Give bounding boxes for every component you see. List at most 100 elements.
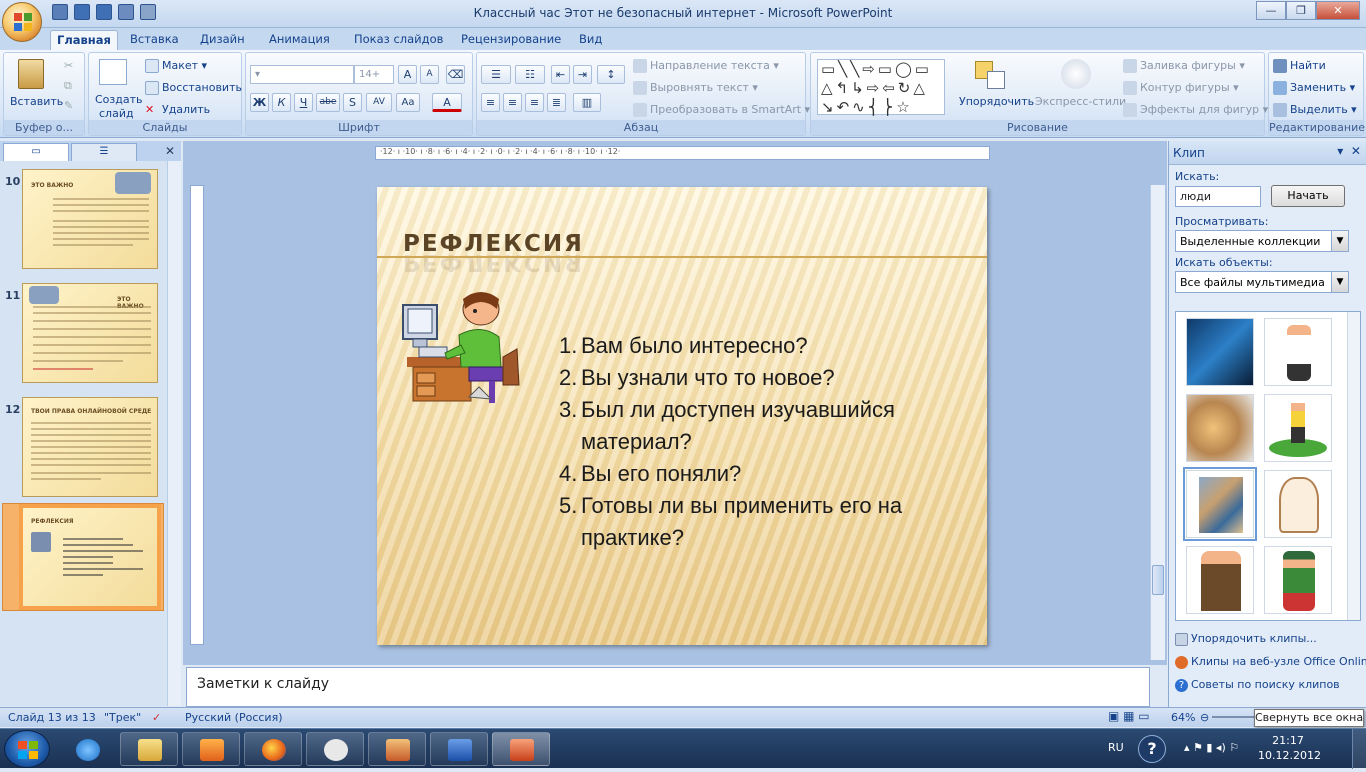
- paste-button[interactable]: Вставить: [10, 95, 63, 108]
- shrink-font-button[interactable]: A: [420, 65, 439, 84]
- format-painter-icon[interactable]: ✎: [64, 99, 73, 112]
- increase-indent-icon[interactable]: ⇥: [573, 65, 592, 84]
- underline-button[interactable]: Ч: [294, 93, 313, 112]
- help-icon[interactable]: ?: [1138, 735, 1166, 763]
- smartart-button[interactable]: Преобразовать в SmartArt ▾: [633, 103, 810, 117]
- tab-view[interactable]: Вид: [573, 30, 608, 50]
- minimize-button[interactable]: —: [1256, 1, 1286, 20]
- tab-insert[interactable]: Вставка: [124, 30, 185, 50]
- grow-font-button[interactable]: A: [398, 65, 417, 84]
- zoom-out-icon[interactable]: ⊖: [1200, 711, 1209, 724]
- align-center-icon[interactable]: ≡: [503, 93, 522, 112]
- clock[interactable]: 21:17 10.12.2012: [1258, 733, 1321, 763]
- view-buttons[interactable]: ▣ ▦ ▭: [1108, 709, 1150, 723]
- bold-button[interactable]: Ж: [250, 93, 269, 112]
- columns-icon[interactable]: ▥: [573, 93, 601, 112]
- new-slide-button[interactable]: Создать: [95, 93, 143, 106]
- clear-format-icon[interactable]: ⌫: [446, 65, 465, 84]
- font-name-combo[interactable]: ▾: [250, 65, 354, 84]
- keyboard-layout[interactable]: RU: [1108, 741, 1124, 754]
- spellcheck-icon[interactable]: ✓: [152, 711, 161, 724]
- search-tips-link[interactable]: ? Советы по поиску клипов: [1175, 678, 1340, 692]
- case-button[interactable]: Aa: [396, 93, 420, 112]
- tab-outline[interactable]: ☰: [71, 143, 137, 161]
- restore-button[interactable]: ❐: [1286, 1, 1316, 20]
- align-left-icon[interactable]: ≡: [481, 93, 500, 112]
- collections-select[interactable]: Выделенные коллекции ▼: [1175, 230, 1349, 252]
- shape-effects-button[interactable]: Эффекты для фигур ▾: [1123, 103, 1268, 117]
- clip-item[interactable]: [1186, 546, 1254, 614]
- taskbar-presentation[interactable]: [368, 732, 426, 766]
- close-icon[interactable]: ✕: [165, 144, 175, 158]
- spacing-button[interactable]: AV: [366, 93, 392, 112]
- taskbar-word[interactable]: [430, 732, 488, 766]
- search-input[interactable]: люди: [1175, 186, 1261, 207]
- slides-pane-scrollbar[interactable]: [167, 161, 181, 706]
- new-slide-icon[interactable]: [99, 59, 127, 85]
- tab-slideshow[interactable]: Показ слайдов: [348, 30, 449, 50]
- start-button[interactable]: [4, 730, 50, 768]
- shape-fill-button[interactable]: Заливка фигуры ▾: [1123, 59, 1245, 73]
- layout-button[interactable]: Макет ▾: [145, 59, 207, 73]
- tab-design[interactable]: Дизайн: [194, 30, 251, 50]
- clip-item[interactable]: [1264, 394, 1332, 462]
- new-slide-label[interactable]: слайд: [99, 107, 134, 120]
- show-desktop-button[interactable]: [1352, 729, 1366, 769]
- taskbar-firefox[interactable]: [244, 732, 302, 766]
- replace-button[interactable]: Заменить ▾: [1273, 81, 1355, 95]
- tray-icons[interactable]: ▴ ⚑ ▮ ◂) ⚐: [1184, 741, 1239, 754]
- find-button[interactable]: Найти: [1273, 59, 1326, 73]
- reset-button[interactable]: Восстановить: [145, 81, 242, 95]
- strike-button[interactable]: abe: [316, 93, 340, 112]
- search-go-button[interactable]: Начать: [1271, 185, 1345, 207]
- office-button[interactable]: [2, 2, 42, 42]
- clip-item[interactable]: [1264, 318, 1332, 386]
- italic-button[interactable]: К: [272, 93, 291, 112]
- taskbar-powerpoint[interactable]: [492, 732, 550, 766]
- notes-field[interactable]: Заметки к слайду: [186, 667, 1150, 707]
- media-type-select[interactable]: Все файлы мультимедиа ▼: [1175, 271, 1349, 293]
- slide-content-list[interactable]: 1. Вам было интересно? 2. Вы узнали что то…: [559, 330, 969, 554]
- decrease-indent-icon[interactable]: ⇤: [551, 65, 570, 84]
- bullets-icon[interactable]: ☰: [481, 65, 511, 84]
- line-spacing-icon[interactable]: ↕: [597, 65, 625, 84]
- select-button[interactable]: Выделить ▾: [1273, 103, 1357, 117]
- quick-styles-button[interactable]: Экспресс-стили: [1035, 95, 1126, 108]
- delete-slide-button[interactable]: ✕ Удалить: [145, 103, 210, 117]
- shapes-gallery[interactable]: ▭╲╲⇨▭◯▭ △↰↳⇨⇦↻△ ↘↶∿⎨⎬☆: [817, 59, 945, 116]
- tab-review[interactable]: Рецензирование: [455, 30, 567, 50]
- slide-thumbnail-10[interactable]: ЭТО ВАЖНО: [22, 169, 158, 269]
- font-color-button[interactable]: A: [432, 93, 462, 112]
- shape-outline-button[interactable]: Контур фигуры ▾: [1123, 81, 1239, 95]
- numbering-icon[interactable]: ☷: [515, 65, 545, 84]
- results-scrollbar[interactable]: [1347, 312, 1360, 620]
- copy-icon[interactable]: ⧉: [64, 79, 72, 93]
- close-button[interactable]: ✕: [1316, 1, 1360, 20]
- font-size-combo[interactable]: 14+: [354, 65, 394, 84]
- tab-slides[interactable]: ▭: [3, 143, 69, 161]
- taskpane-controls[interactable]: ▾ ✕: [1337, 144, 1361, 158]
- shadow-button[interactable]: S: [343, 93, 362, 112]
- organize-clips-link[interactable]: Упорядочить клипы...: [1175, 632, 1317, 646]
- taskbar-explorer[interactable]: [120, 732, 178, 766]
- zoom-level[interactable]: 64%: [1171, 711, 1195, 724]
- clip-item[interactable]: [1186, 394, 1254, 462]
- justify-icon[interactable]: ≣: [547, 93, 566, 112]
- cut-icon[interactable]: ✂: [64, 59, 73, 72]
- slide-thumbnail-13[interactable]: РЕФЛЕКСИЯ: [19, 504, 161, 610]
- clip-item[interactable]: [1183, 467, 1257, 541]
- slide-thumbnail-12[interactable]: ТВОИ ПРАВА ОНЛАЙНОВОЙ СРЕДЕ: [22, 397, 158, 497]
- taskbar-media-player[interactable]: [182, 732, 240, 766]
- text-direction-button[interactable]: Направление текста ▾: [633, 59, 779, 73]
- scroll-thumb[interactable]: [1152, 565, 1164, 595]
- tab-animation[interactable]: Анимация: [263, 30, 336, 50]
- slide[interactable]: РЕФЛЕКСИЯ РЕФЛЕКСИЯ 1. Вам было интересно…: [377, 187, 987, 645]
- computer-user-clipart[interactable]: [399, 287, 525, 405]
- clip-item[interactable]: [1264, 546, 1332, 614]
- arrange-button[interactable]: Упорядочить: [959, 95, 1034, 108]
- slide-thumbnail-11[interactable]: ЭТО ВАЖНО: [22, 283, 158, 383]
- language-status[interactable]: Русский (Россия): [185, 711, 283, 724]
- taskbar-hp[interactable]: [306, 732, 364, 766]
- taskbar-ie[interactable]: [58, 732, 116, 766]
- clip-item[interactable]: [1186, 318, 1254, 386]
